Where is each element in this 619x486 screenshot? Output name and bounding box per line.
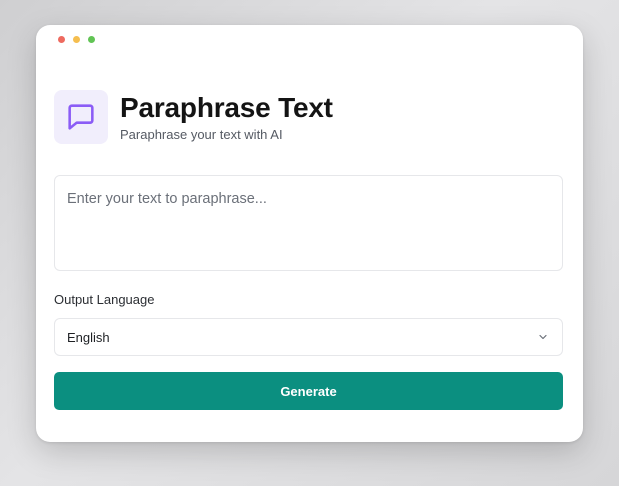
output-language-label: Output Language	[54, 292, 155, 307]
header-titles: Paraphrase Text Paraphrase your text wit…	[120, 92, 333, 142]
close-window-button[interactable]	[58, 36, 65, 43]
header: Paraphrase Text Paraphrase your text wit…	[54, 90, 333, 144]
minimize-window-button[interactable]	[73, 36, 80, 43]
maximize-window-button[interactable]	[88, 36, 95, 43]
page-title: Paraphrase Text	[120, 92, 333, 123]
page-subtitle: Paraphrase your text with AI	[120, 127, 283, 142]
output-language-value: English	[67, 329, 110, 345]
app-window: Paraphrase Text Paraphrase your text wit…	[36, 25, 583, 442]
text-input-placeholder: Enter your text to paraphrase...	[67, 191, 267, 207]
chevron-down-icon	[536, 330, 550, 344]
generate-button[interactable]: Generate	[54, 372, 563, 410]
chat-bubble-icon	[54, 90, 108, 144]
text-input-area[interactable]: Enter your text to paraphrase...	[54, 175, 563, 271]
window-controls	[58, 36, 95, 43]
output-language-select[interactable]: English	[54, 318, 563, 356]
